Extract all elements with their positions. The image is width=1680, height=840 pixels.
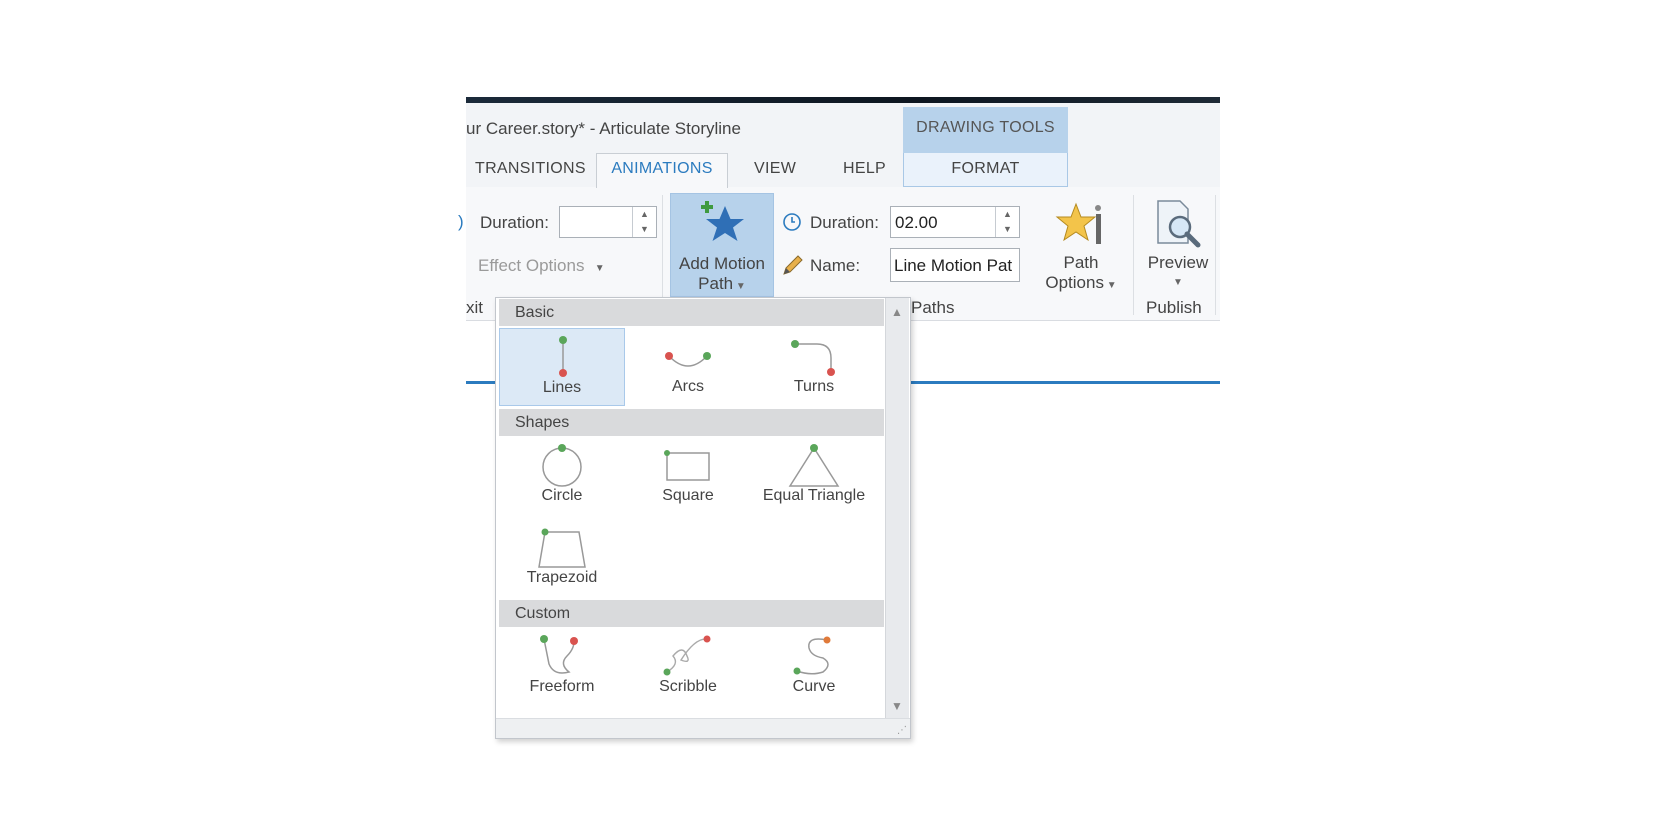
gallery-item-equal-triangle[interactable]: Equal Triangle bbox=[751, 437, 881, 515]
exit-duration-up[interactable]: ▲ bbox=[632, 207, 656, 222]
square-path-icon bbox=[664, 450, 710, 481]
preview-button[interactable]: Preview ▼ bbox=[1140, 195, 1216, 295]
window-title: ur Career.story* - Articulate Storyline bbox=[466, 119, 741, 138]
gallery-item-trapezoid[interactable]: Trapezoid bbox=[499, 519, 625, 597]
gallery-item-lines[interactable]: Lines bbox=[499, 328, 625, 406]
path-options-label-1: Path bbox=[1063, 253, 1099, 272]
gallery-item-scribble[interactable]: Scribble bbox=[625, 628, 751, 706]
clock-icon: ) bbox=[458, 212, 464, 231]
tab-help[interactable]: HELP bbox=[843, 160, 886, 178]
add-motion-path-label-2: Path bbox=[698, 274, 734, 293]
gallery-scrollbar[interactable] bbox=[885, 298, 909, 718]
gallery-item-square[interactable]: Square bbox=[625, 437, 751, 515]
path-options-button[interactable]: Path Options ▼ bbox=[1040, 195, 1122, 295]
exit-group-label: xit bbox=[466, 298, 483, 317]
path-duration-value: 02.00 bbox=[895, 213, 938, 232]
star-options-icon bbox=[1055, 202, 1101, 244]
chevron-down-icon: ▼ bbox=[589, 263, 605, 274]
gallery-item-freeform[interactable]: Freeform bbox=[499, 628, 625, 706]
gallery-item-label: Trapezoid bbox=[526, 569, 598, 586]
paths-group-label: Paths bbox=[911, 298, 955, 317]
path-duration-up[interactable]: ▲ bbox=[995, 207, 1019, 222]
gallery-item-label: Turns bbox=[793, 378, 835, 395]
gallery-item-arcs[interactable]: Arcs bbox=[625, 328, 751, 406]
drawing-tools-label: DRAWING TOOLS bbox=[916, 119, 1055, 136]
resize-grip-icon[interactable]: ⋰ bbox=[897, 725, 907, 736]
add-motion-path-label-1: Add Motion bbox=[679, 254, 765, 273]
curve-path-icon bbox=[793, 636, 831, 675]
preview-label: Preview bbox=[1147, 253, 1209, 272]
path-options-label-2-row: Options ▼ bbox=[1040, 273, 1122, 293]
gallery-item-label: Freeform bbox=[529, 678, 595, 695]
exit-duration-stepper[interactable]: ▲ ▼ bbox=[559, 206, 657, 238]
gallery-item-label: Scribble bbox=[659, 678, 717, 695]
path-name-field[interactable]: Line Motion Pat bbox=[890, 248, 1020, 282]
arc-path-icon bbox=[665, 352, 711, 367]
chevron-down-icon: ▼ bbox=[733, 281, 746, 292]
preview-icon bbox=[1157, 200, 1201, 248]
effect-options-label: Effect Options bbox=[478, 256, 585, 275]
section-shapes: Shapes bbox=[499, 409, 884, 436]
effect-options-button[interactable]: Effect Options ▼ bbox=[478, 256, 605, 276]
gallery-item-label: Curve bbox=[792, 678, 836, 695]
path-name-value: Line Motion Pat bbox=[894, 256, 1013, 275]
triangle-path-icon bbox=[788, 444, 840, 487]
add-star-icon bbox=[701, 201, 744, 241]
gallery-item-label: Lines bbox=[542, 379, 582, 396]
tab-transitions[interactable]: TRANSITIONS bbox=[475, 160, 586, 178]
exit-duration-label: Duration: bbox=[480, 213, 549, 232]
tab-format[interactable]: FORMAT bbox=[903, 160, 1068, 178]
chevron-down-icon: ▼ bbox=[1173, 277, 1183, 288]
circle-path-icon bbox=[542, 444, 582, 487]
publish-group-label: Publish bbox=[1146, 298, 1202, 317]
section-basic: Basic bbox=[499, 299, 884, 326]
path-name-label: Name: bbox=[810, 256, 861, 275]
ribbon-separator bbox=[1133, 195, 1134, 315]
gallery-item-label: Square bbox=[662, 487, 714, 504]
ribbon-separator bbox=[1215, 195, 1216, 315]
exit-duration-down[interactable]: ▼ bbox=[632, 222, 656, 237]
scroll-down-icon[interactable]: ▼ bbox=[891, 699, 903, 713]
path-duration-down[interactable]: ▼ bbox=[995, 222, 1019, 237]
freeform-path-icon bbox=[540, 635, 578, 674]
section-custom: Custom bbox=[499, 600, 884, 627]
pencil-icon bbox=[783, 255, 803, 275]
add-motion-path-label-2-row: Path ▼ bbox=[671, 274, 773, 294]
gallery-footer bbox=[496, 718, 910, 738]
chevron-down-icon: ▼ bbox=[1103, 280, 1117, 291]
clock-icon bbox=[783, 213, 801, 231]
line-path-icon bbox=[559, 336, 567, 377]
trapezoid-path-icon bbox=[538, 528, 586, 568]
tab-animations[interactable]: ANIMATIONS bbox=[596, 160, 728, 178]
gallery-item-label: Circle bbox=[541, 487, 583, 504]
scroll-up-icon[interactable]: ▲ bbox=[891, 305, 903, 319]
path-duration-stepper[interactable]: 02.00 ▲ ▼ bbox=[890, 206, 1020, 238]
gallery-item-circle[interactable]: Circle bbox=[499, 437, 625, 515]
turn-path-icon bbox=[791, 340, 835, 376]
gallery-item-turns[interactable]: Turns bbox=[751, 328, 877, 406]
path-duration-label: Duration: bbox=[810, 213, 879, 232]
gallery-item-label: Equal Triangle bbox=[762, 487, 866, 504]
tab-view[interactable]: VIEW bbox=[754, 160, 796, 178]
add-motion-path-button[interactable]: Add Motion Path ▼ bbox=[670, 193, 774, 297]
gallery-item-curve[interactable]: Curve bbox=[751, 628, 877, 706]
gallery-item-label: Arcs bbox=[672, 378, 704, 395]
scribble-path-icon bbox=[663, 635, 711, 676]
path-options-label-2: Options bbox=[1045, 273, 1104, 292]
